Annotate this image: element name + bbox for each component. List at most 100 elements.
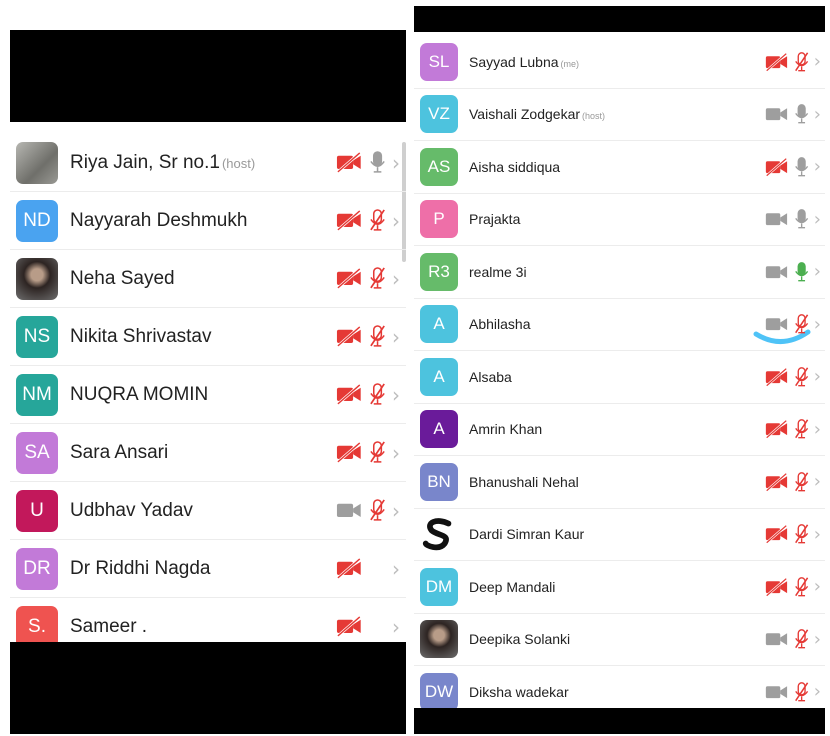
video-off-icon <box>765 472 789 492</box>
participant-row[interactable]: SL Sayyad Lubna (me) › <box>414 36 825 89</box>
participant-name: Deep Mandali <box>469 579 765 595</box>
participant-name: Sameer . <box>70 616 336 638</box>
avatar-initials: AS <box>427 156 451 176</box>
participant-row[interactable]: VZ Vaishali Zodgekar (host) › <box>414 89 825 141</box>
chevron-right-icon[interactable]: › <box>392 383 400 407</box>
avatar-initials: SL <box>428 51 450 71</box>
black-bar-left-bottom <box>10 642 406 734</box>
avatar-initials: ND <box>23 209 51 231</box>
chevron-right-icon[interactable]: › <box>814 366 821 387</box>
chevron-right-icon[interactable]: › <box>392 499 400 523</box>
participant-row[interactable]: ND Nayyarah Deshmukh › <box>10 192 406 250</box>
participants-list-right[interactable]: SL Sayyad Lubna (me) › VZ Vaishali Zodgekar(… <box>414 32 825 708</box>
mic-muted-icon <box>794 51 809 72</box>
avatar-initials: DR <box>23 557 51 579</box>
mic-icon <box>794 261 809 282</box>
participant-name: Alsaba <box>469 369 765 385</box>
avatar-initials: A <box>433 366 445 386</box>
avatar: U <box>16 489 58 532</box>
participant-name-text: Amrin Khan <box>469 421 543 438</box>
black-bar-right-bottom <box>414 708 825 734</box>
chevron-right-icon[interactable]: › <box>814 419 821 440</box>
participant-status-icons: › <box>765 419 821 440</box>
chevron-right-icon[interactable]: › <box>392 325 400 349</box>
participant-row[interactable]: P Prajakta › <box>414 194 825 246</box>
chevron-right-icon[interactable]: › <box>814 209 821 230</box>
participant-name: Amrin Khan <box>469 421 765 437</box>
participant-row[interactable]: BN Bhanushali Nehal › <box>414 456 825 509</box>
participant-name-text: Alsaba <box>469 368 512 385</box>
chevron-right-icon[interactable]: › <box>392 151 400 175</box>
participant-row[interactable]: S. Sameer . › <box>10 598 406 642</box>
participant-row[interactable]: A Amrin Khan › <box>414 404 825 456</box>
participant-row[interactable]: Deepika Solanki › <box>414 614 825 666</box>
chevron-right-icon[interactable]: › <box>814 314 821 335</box>
participant-name: Prajakta <box>469 211 765 227</box>
participant-role-tag: (host) <box>221 155 256 171</box>
participant-status-icons: › <box>336 267 400 291</box>
participant-name-text: Bhanushali Nehal <box>469 473 579 490</box>
chevron-right-icon[interactable]: › <box>814 261 821 282</box>
participant-name-text: Deep Mandali <box>469 578 556 595</box>
avatar: DR <box>16 547 58 590</box>
participants-list-left[interactable]: Riya Jain, Sr no.1 (host) › ND Nayyarah Des… <box>10 122 406 642</box>
participant-row[interactable]: R3 realme 3i › <box>414 246 825 299</box>
mic-muted-icon <box>369 441 386 464</box>
participant-row[interactable]: NS Nikita Shrivastav › <box>10 308 406 366</box>
avatar-initials: A <box>433 419 445 439</box>
chevron-right-icon[interactable]: › <box>814 51 821 72</box>
black-bar-left-top <box>10 30 406 122</box>
participant-row[interactable]: A Abhilasha › <box>414 299 825 351</box>
video-off-icon <box>336 325 363 348</box>
mic-muted-icon <box>369 383 386 406</box>
mic-muted-icon <box>794 419 809 439</box>
avatar-initials: S. <box>28 615 46 637</box>
avatar-initials: NM <box>22 383 52 405</box>
participant-row[interactable]: U Udbhav Yadav › <box>10 482 406 540</box>
participant-row[interactable]: DM Deep Mandali › <box>414 561 825 614</box>
mic-icon <box>794 156 809 177</box>
participant-row[interactable]: Riya Jain, Sr no.1 (host) › <box>10 134 406 192</box>
avatar-photo <box>16 141 58 184</box>
participant-name: Riya Jain, Sr no.1 (host) <box>70 152 336 174</box>
participant-status-icons: › <box>336 615 400 639</box>
avatar: SA <box>16 431 58 474</box>
chevron-right-icon[interactable]: › <box>392 441 400 465</box>
chevron-right-icon[interactable]: › <box>392 557 400 581</box>
participant-row[interactable]: DW Diksha wadekar › <box>414 666 825 708</box>
chevron-right-icon[interactable]: › <box>814 629 821 650</box>
chevron-right-icon[interactable]: › <box>814 156 821 177</box>
chevron-right-icon[interactable]: › <box>814 524 821 545</box>
participant-row[interactable]: AS Aisha siddiqua › <box>414 141 825 194</box>
chevron-right-icon[interactable]: › <box>392 615 400 639</box>
participant-name: Neha Sayed <box>70 268 336 290</box>
chevron-right-icon[interactable]: › <box>814 576 821 597</box>
video-icon <box>765 314 789 334</box>
participant-name: Bhanushali Nehal <box>469 474 765 490</box>
black-bar-right-top <box>414 6 825 32</box>
participant-row[interactable]: NM NUQRA MOMIN › <box>10 366 406 424</box>
chevron-right-icon[interactable]: › <box>814 681 821 702</box>
avatar: ND <box>16 199 58 242</box>
mic-icon <box>794 104 809 124</box>
avatar-initials: VZ <box>428 104 450 124</box>
participant-row[interactable]: Neha Sayed › <box>10 250 406 308</box>
video-off-icon <box>765 52 789 72</box>
video-off-icon <box>765 577 789 597</box>
chevron-right-icon[interactable]: › <box>814 471 821 492</box>
participant-row[interactable]: Dardi Simran Kaur › <box>414 509 825 561</box>
video-off-icon <box>765 524 789 544</box>
participant-row[interactable]: DR Dr Riddhi Nagda › <box>10 540 406 598</box>
participant-name-text: Riya Jain, Sr no.1 <box>70 151 220 173</box>
chevron-right-icon[interactable]: › <box>814 104 821 125</box>
mic-muted-icon <box>794 366 809 387</box>
participant-name-text: Sameer . <box>70 615 148 637</box>
chevron-right-icon[interactable]: › <box>392 267 400 291</box>
participant-row[interactable]: SA Sara Ansari › <box>10 424 406 482</box>
video-icon <box>765 262 789 282</box>
chevron-right-icon[interactable]: › <box>392 209 400 233</box>
mic-icon <box>794 209 809 229</box>
participant-status-icons: › <box>765 681 821 702</box>
participant-name-text: Nikita Shrivastav <box>70 325 212 347</box>
participant-row[interactable]: A Alsaba › <box>414 351 825 404</box>
